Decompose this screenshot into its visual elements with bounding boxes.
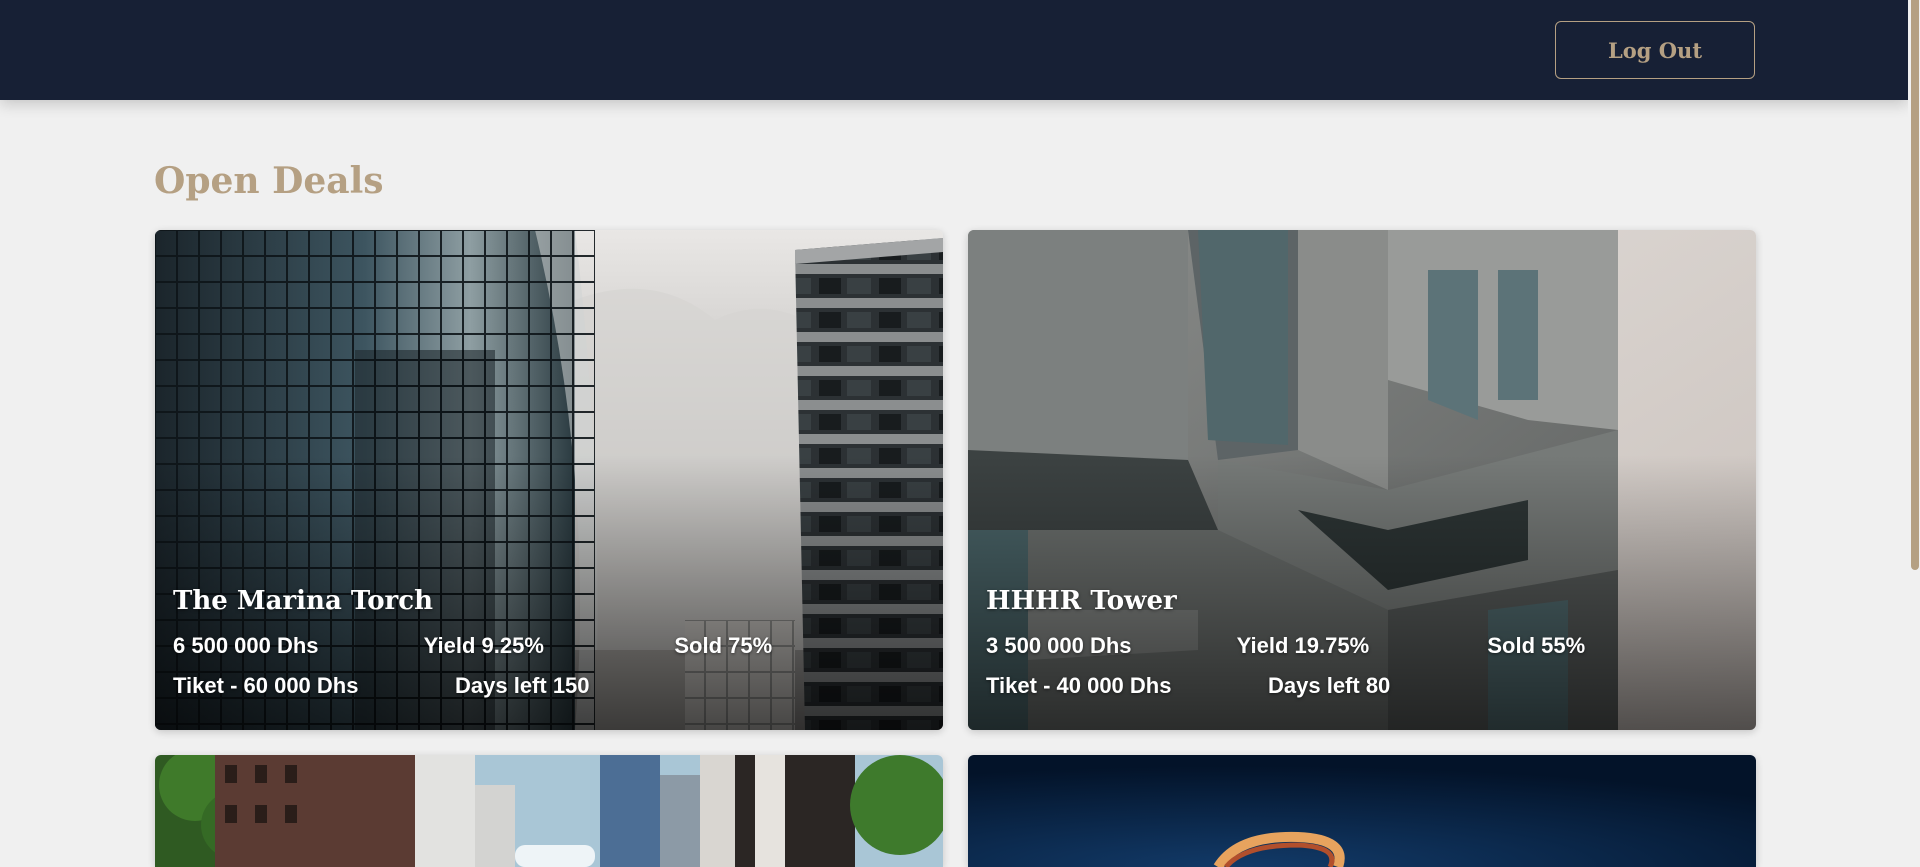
deal-info: HHHR Tower 3 500 000 Dhs Yield 19.75% So… — [986, 586, 1738, 706]
logout-button[interactable]: Log Out — [1555, 21, 1755, 79]
deal-photo-night-sign — [968, 755, 1756, 867]
deal-sold: Sold 75% — [674, 633, 773, 658]
deal-yield: Yield 9.25% — [423, 633, 544, 658]
deal-info: The Marina Torch 6 500 000 Dhs Yield 9.2… — [173, 586, 925, 706]
deal-card[interactable] — [155, 755, 943, 867]
deal-days-left: Days left 80 — [1268, 673, 1391, 698]
deal-card[interactable] — [968, 755, 1756, 867]
deal-sold: Sold 55% — [1487, 633, 1586, 658]
deal-photo-city-street — [155, 755, 943, 867]
deal-ticket: Tiket - 40 000 Dhs — [986, 673, 1172, 698]
deal-price: 3 500 000 Dhs — [986, 633, 1132, 658]
deal-name: HHHR Tower — [986, 586, 1177, 616]
deal-days-left: Days left 150 — [455, 673, 590, 698]
deal-card[interactable]: The Marina Torch 6 500 000 Dhs Yield 9.2… — [155, 230, 943, 730]
scrollbar-thumb[interactable] — [1911, 0, 1919, 570]
top-navbar: Log Out — [0, 0, 1908, 100]
deal-yield: Yield 19.75% — [1236, 633, 1370, 658]
deal-card[interactable]: HHHR Tower 3 500 000 Dhs Yield 19.75% So… — [968, 230, 1756, 730]
deal-price: 6 500 000 Dhs — [173, 633, 319, 658]
deal-ticket: Tiket - 60 000 Dhs — [173, 673, 359, 698]
page-title: Open Deals — [154, 160, 384, 202]
deal-name: The Marina Torch — [173, 586, 433, 616]
